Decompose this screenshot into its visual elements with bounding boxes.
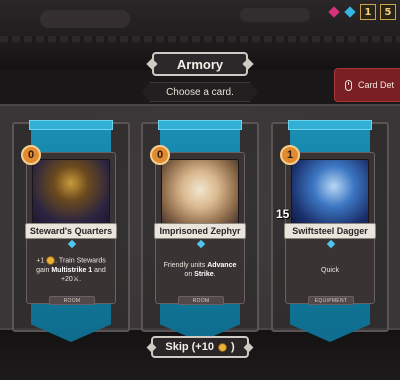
card-cost: 1 xyxy=(280,145,300,165)
background-pipe xyxy=(40,10,130,28)
card-slot-swiftsteel-dagger[interactable]: 1 15 Swiftsteel Dagger Quick EQUIPMENT xyxy=(271,120,389,342)
ribbon-cap xyxy=(29,120,113,130)
pink-crystal-icon xyxy=(328,6,340,18)
card-type: EQUIPMENT xyxy=(308,296,354,305)
attack-value: 15 xyxy=(273,202,298,223)
ribbon-cap xyxy=(288,120,372,130)
card-details-button[interactable]: Card Det xyxy=(334,68,400,102)
page-title: Armory xyxy=(152,52,248,76)
card-imprisoned-zephyr[interactable]: 0 Imprisoned Zephyr Friendly units Advan… xyxy=(150,145,246,305)
gold-coin-icon xyxy=(46,256,56,266)
card-swiftsteel-dagger[interactable]: 1 15 Swiftsteel Dagger Quick EQUIPMENT xyxy=(273,145,376,305)
dungeon-room-art xyxy=(32,159,110,227)
card-type: ROOM xyxy=(49,296,95,305)
resource-bar: 1 5 xyxy=(328,4,396,20)
instruction-banner: Choose a card. xyxy=(142,82,258,102)
card-stewards-quarters[interactable]: 0 Steward's Quarters +1 . Train Stewards… xyxy=(21,145,117,305)
card-name: Imprisoned Zephyr xyxy=(154,223,246,239)
wind-vortex-art xyxy=(161,159,239,227)
card-cost: 0 xyxy=(150,145,170,165)
card-cost: 0 xyxy=(21,145,41,165)
background-pipe xyxy=(240,8,310,22)
card-details-label: Card Det xyxy=(358,80,395,90)
mouse-icon xyxy=(345,79,352,91)
cyan-crystal-icon xyxy=(344,6,356,18)
lightning-dagger-art xyxy=(291,159,369,227)
card-description: Friendly units Advance on Strike. xyxy=(163,262,237,278)
card-description: Quick xyxy=(321,266,339,274)
resource-box-1[interactable]: 1 xyxy=(360,4,376,20)
resource-box-2[interactable]: 5 xyxy=(380,4,396,20)
card-slot-stewards-quarters[interactable]: 0 Steward's Quarters +1 . Train Stewards… xyxy=(12,120,130,342)
skip-button[interactable]: Skip (+10) xyxy=(151,336,249,358)
card-description: +1 . Train Stewards gain Multistrike 1 a… xyxy=(36,256,106,283)
gold-coin-icon xyxy=(217,342,227,352)
card-slot-imprisoned-zephyr[interactable]: 0 Imprisoned Zephyr Friendly units Advan… xyxy=(141,120,259,342)
card-name: Swiftsteel Dagger xyxy=(284,223,376,239)
card-name: Steward's Quarters xyxy=(25,223,117,239)
skip-label: Skip (+10 xyxy=(165,341,214,353)
ribbon-cap xyxy=(158,120,242,130)
background-grate xyxy=(0,36,400,42)
card-type: ROOM xyxy=(178,296,224,305)
